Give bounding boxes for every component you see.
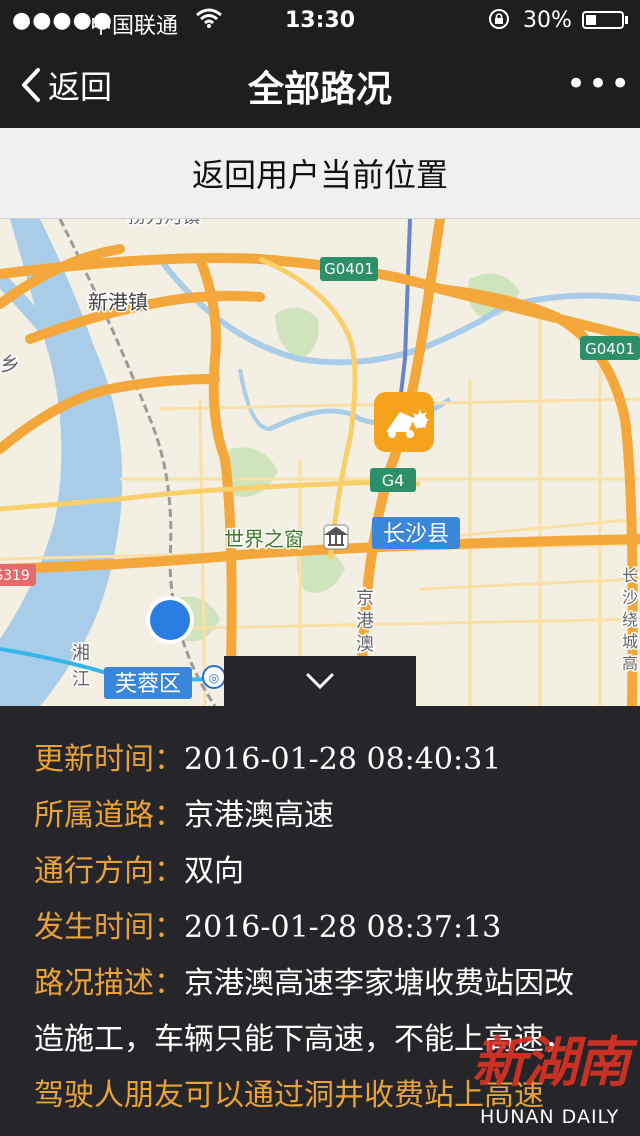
svg-text:港: 港 [356, 611, 374, 632]
info-row-description: 路况描述：京港澳高速李家塘收费站因改 [34, 958, 574, 1002]
battery-icon [582, 11, 624, 29]
svg-text:G0401: G0401 [324, 260, 374, 278]
scenic-spot-icon [323, 524, 349, 550]
rotation-lock-icon [487, 7, 511, 37]
page-title: 全部路况 [247, 69, 392, 110]
svg-text:G0401: G0401 [585, 340, 635, 358]
district-label-furong: 芙蓉区 [104, 667, 192, 699]
direction-value: 双向 [184, 854, 244, 889]
construction-incident-icon[interactable] [374, 392, 434, 452]
svg-text:城: 城 [622, 632, 638, 651]
svg-text:长沙县: 长沙县 [383, 522, 449, 547]
battery-cap [625, 16, 628, 24]
map-label-window-of-world: 世界之窗 [224, 527, 304, 551]
svg-text:芙蓉区: 芙蓉区 [115, 672, 181, 697]
svg-text:绕: 绕 [622, 610, 638, 629]
svg-text:京: 京 [356, 588, 374, 609]
svg-text:S319: S319 [0, 568, 30, 584]
incident-info-panel: 更新时间：2016-01-28 08:40:31 所属道路：京港澳高速 通行方向… [0, 706, 640, 1136]
battery-percentage: 30% [523, 8, 572, 33]
status-bar: ●●●●● 中国联通 13:30 30% [0, 0, 640, 40]
traffic-map[interactable]: G0401 G0401 G4 S319 新港镇 捞刀河镇 乡 世界之窗 长沙县 [0, 219, 640, 706]
svg-text:◎: ◎ [209, 671, 219, 685]
direction-label: 通行方向： [34, 854, 184, 889]
more-options-button[interactable]: ••• [566, 64, 632, 104]
description-line-2: 造施工，车辆只能下高速，不能上高速， [34, 1022, 574, 1057]
map-label-ring-expressway: 长 沙 绕 城 高 [621, 565, 640, 675]
svg-text:高: 高 [622, 654, 638, 673]
road-label: 所属道路： [34, 798, 184, 833]
occur-time-value: 2016-01-28 08:37:13 [184, 910, 502, 945]
map-label-xingang: 新港镇 [88, 290, 148, 314]
district-label-changsha-county: 长沙县 [372, 517, 460, 549]
info-row-road: 所属道路：京港澳高速 [34, 790, 334, 834]
svg-text:G4: G4 [382, 471, 405, 490]
svg-text:湘: 湘 [72, 643, 90, 664]
svg-text:长: 长 [622, 566, 638, 585]
occur-time-label: 发生时间： [34, 910, 184, 945]
road-shield-s319: S319 [0, 564, 36, 586]
update-time-value: 2016-01-28 08:40:31 [184, 742, 502, 777]
road-value: 京港澳高速 [184, 798, 334, 833]
svg-text:沙: 沙 [622, 588, 638, 607]
road-shield-g4: G4 [370, 468, 416, 492]
info-row-occur-time: 发生时间：2016-01-28 08:37:13 [34, 902, 501, 946]
description-label: 路况描述： [34, 966, 184, 1001]
map-label-town-top: 捞刀河镇 [128, 219, 200, 228]
collapse-panel-button[interactable] [224, 656, 416, 706]
svg-text:江: 江 [72, 669, 90, 690]
chevron-down-icon [306, 673, 334, 690]
user-location-dot [146, 596, 194, 644]
map-label-jinggangao: 京 港 澳 [355, 587, 376, 657]
update-time-label: 更新时间： [34, 742, 184, 777]
info-row-direction: 通行方向：双向 [34, 846, 244, 890]
description-line-1: 京港澳高速李家塘收费站因改 [184, 966, 574, 1001]
description-line-3: 驾驶人朋友可以通过洞井收费站上高速 [34, 1078, 544, 1113]
metro-station-icon: ◎ [202, 665, 226, 689]
return-to-location-button[interactable]: 返回用户当前位置 [0, 128, 640, 219]
map-label-xiang: 乡 [0, 352, 20, 376]
road-shield-g0401-b: G0401 [580, 336, 640, 360]
navigation-bar: 返回 全部路况 ••• [0, 40, 640, 128]
svg-text:澳: 澳 [356, 634, 374, 655]
info-row-update-time: 更新时间：2016-01-28 08:40:31 [34, 734, 501, 778]
map-canvas: G0401 G0401 G4 S319 新港镇 捞刀河镇 乡 世界之窗 长沙县 [0, 219, 640, 706]
road-shield-g0401-a: G0401 [320, 257, 378, 281]
